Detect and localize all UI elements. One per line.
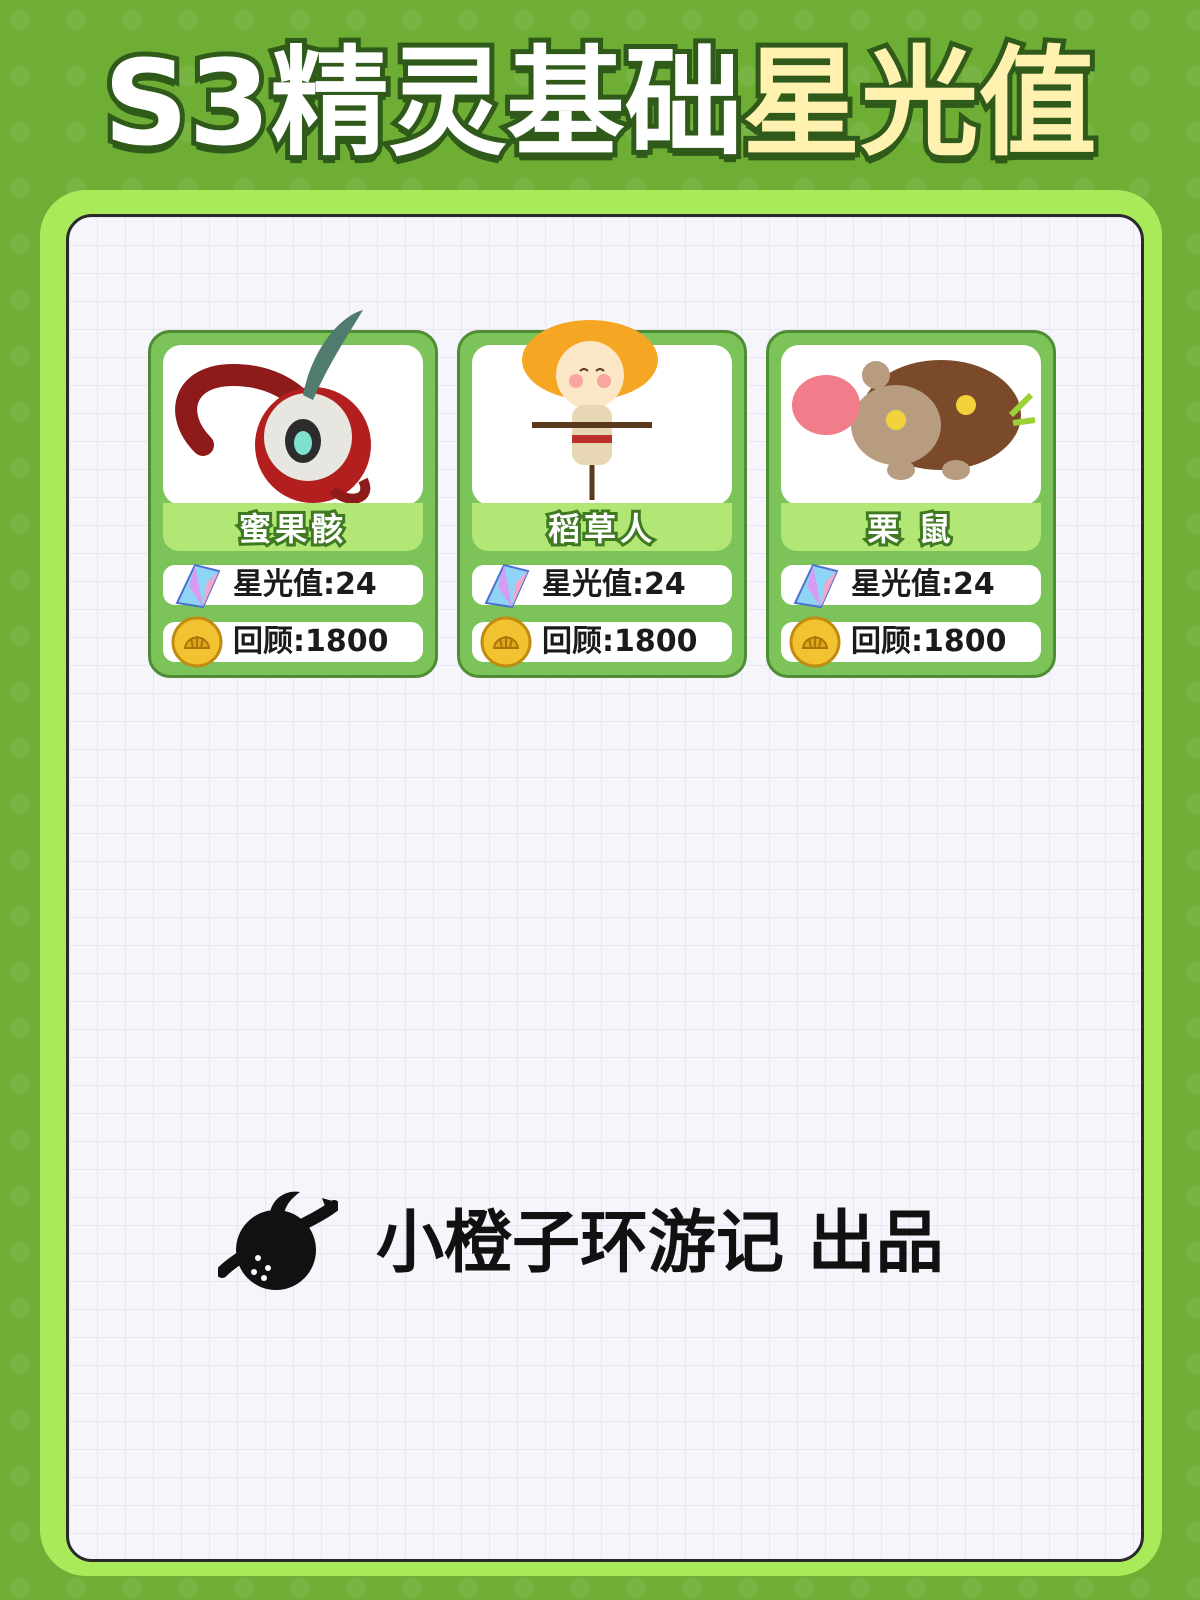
page-title: S3精灵基础 星光值 [0,28,1200,178]
gold-shell-coin-icon [171,616,223,668]
review-value: 回顾:1800 [851,624,1007,659]
starlight-value: 星光值:24 [542,567,686,602]
starlight-stat: 星光值:24 [163,563,423,609]
review-value: 回顾:1800 [233,624,389,659]
credit-text: 小橙子环游记 出品 [376,1204,944,1283]
creature-name: 稻草人 [545,507,656,551]
creature-card-1[interactable]: 蜜果骸 星光值:24 回顾:1800 [148,310,438,678]
title-main: S3精灵基础 [98,34,747,172]
starlight-stat: 星光值:24 [472,563,732,609]
creature-name: 栗 鼠 [864,507,955,551]
creature-name-bar: 蜜果骸 [163,503,423,551]
fruit-skull-creature-icon [175,310,371,504]
planet-logo-icon [218,1191,338,1290]
crystal-icon [175,563,221,609]
chestnut-rodent-creature-icon [792,360,1036,480]
creature-portrait [472,320,732,505]
starlight-value: 星光值:24 [851,567,995,602]
creature-card-2[interactable]: 稻草人 星光值:24 回顾:1800 [457,320,747,678]
creature-portrait [781,345,1041,505]
review-stat: 回顾:1800 [163,616,423,668]
creature-name: 蜜果骸 [236,507,347,551]
starlight-stat: 星光值:24 [781,563,1041,609]
starlight-value: 星光值:24 [233,567,377,602]
review-stat: 回顾:1800 [472,616,732,668]
producer-credit: 小橙子环游记 出品 [218,1184,1018,1304]
gold-shell-coin-icon [789,616,841,668]
creature-portrait [163,310,423,505]
gold-shell-coin-icon [480,616,532,668]
creature-name-bar: 栗 鼠 [781,503,1041,551]
crystal-icon [793,563,839,609]
title-highlight: 星光值 [738,34,1102,172]
crystal-icon [484,563,530,609]
review-stat: 回顾:1800 [781,616,1041,668]
review-value: 回顾:1800 [542,624,698,659]
scarecrow-creature-icon [522,320,658,500]
creature-name-bar: 稻草人 [472,503,732,551]
creature-card-3[interactable]: 栗 鼠 星光值:24 回顾:1800 [766,330,1056,678]
